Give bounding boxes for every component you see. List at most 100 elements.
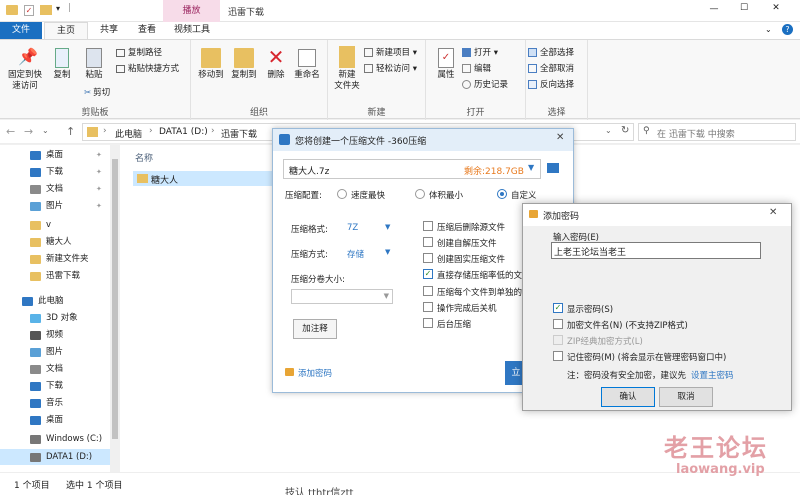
- method-select[interactable]: 存储: [347, 248, 364, 260]
- maximize-button[interactable]: ☐: [734, 3, 754, 13]
- format-select[interactable]: 7Z: [347, 223, 358, 233]
- sidebar-item[interactable]: 文档 ✦: [0, 181, 110, 197]
- ok-button[interactable]: 确认: [601, 387, 655, 407]
- open-button[interactable]: 打开 ▾: [462, 46, 498, 60]
- column-header-name[interactable]: 名称: [135, 151, 153, 164]
- delete-button[interactable]: ✕ 删除: [264, 46, 288, 81]
- option-checkbox[interactable]: [423, 221, 433, 231]
- add-comment-button[interactable]: 加注释: [293, 319, 337, 339]
- sidebar-item[interactable]: 迅雷下载: [0, 268, 110, 284]
- history-button[interactable]: 历史记录: [462, 78, 508, 92]
- sidebar-item[interactable]: 此电脑: [0, 293, 110, 309]
- properties-button[interactable]: ✓ 属性: [430, 46, 462, 81]
- password-dialog-close-icon[interactable]: ✕: [769, 207, 777, 218]
- list-item[interactable]: 糖大人: [133, 171, 273, 186]
- up-arrow-icon[interactable]: ↑: [66, 125, 75, 138]
- filename-field[interactable]: 糖大人.7z 剩余:218.7GB ▼: [283, 159, 541, 179]
- context-tab-play[interactable]: 播放: [163, 0, 220, 22]
- sidebar-item[interactable]: 桌面 ✦: [0, 147, 110, 163]
- new-item-button[interactable]: 新建项目 ▾: [364, 46, 417, 60]
- download-icon: [30, 382, 41, 391]
- cancel-button[interactable]: 取消: [659, 387, 713, 407]
- sidebar-item[interactable]: 3D 对象: [0, 310, 110, 326]
- search-box[interactable]: ⚲ 在 迅雷下载 中搜索: [638, 123, 796, 141]
- sidebar-item[interactable]: Windows (C:): [0, 431, 110, 447]
- checkbox-icon[interactable]: ✓: [24, 5, 34, 16]
- option-checkbox[interactable]: [423, 237, 433, 247]
- option-checkbox[interactable]: [423, 318, 433, 328]
- edit-button[interactable]: 编辑: [462, 62, 491, 76]
- filename-dropdown-icon[interactable]: ▼: [528, 163, 534, 172]
- sidebar-item[interactable]: DATA1 (D:): [0, 449, 110, 465]
- copy-button[interactable]: 复制: [48, 46, 76, 81]
- sidebar-item[interactable]: 视频: [0, 327, 110, 343]
- recent-dropdown-icon[interactable]: ⌄: [42, 126, 49, 135]
- refresh-icon[interactable]: ↻: [621, 125, 629, 136]
- sidebar-item[interactable]: 文档: [0, 361, 110, 377]
- tab-video-tools[interactable]: 视频工具: [164, 22, 220, 39]
- new-folder-button[interactable]: 新建 文件夹: [332, 46, 362, 92]
- option-checkbox[interactable]: [423, 253, 433, 263]
- copy-to-button[interactable]: 复制到: [229, 46, 259, 81]
- breadcrumb-data1[interactable]: DATA1 (D:): [159, 127, 208, 137]
- compress-dialog-close-icon[interactable]: ✕: [556, 132, 564, 143]
- tab-home[interactable]: 主页: [44, 22, 88, 39]
- split-select[interactable]: ▼: [291, 289, 393, 304]
- radio-custom[interactable]: [497, 189, 507, 199]
- encrypt-names-checkbox[interactable]: [553, 319, 563, 329]
- pin-quick-access-button[interactable]: 📌 固定到快 速访问: [6, 46, 44, 92]
- option-checkbox[interactable]: [423, 286, 433, 296]
- sidebar-item[interactable]: 糖大人: [0, 234, 110, 250]
- copy-path-button[interactable]: 复制路径: [116, 46, 162, 60]
- minimize-button[interactable]: —: [704, 4, 724, 14]
- sidebar-item[interactable]: 下载 ✦: [0, 164, 110, 180]
- breadcrumb-this-pc[interactable]: 此电脑: [115, 127, 142, 140]
- sidebar-item[interactable]: 图片 ✦: [0, 198, 110, 214]
- tab-view[interactable]: 查看: [130, 22, 164, 39]
- radio-fast-label: 速度最快: [351, 191, 386, 201]
- format-dropdown-icon[interactable]: ▼: [385, 223, 390, 231]
- collapse-ribbon-icon[interactable]: ⌄: [765, 25, 772, 34]
- select-all-button[interactable]: 全部选择: [528, 46, 574, 60]
- back-arrow-icon[interactable]: ←: [6, 125, 15, 138]
- title-bar: ✓ ▾ | 播放 迅雷下载 — ☐ ✕: [0, 0, 800, 22]
- sidebar-item[interactable]: 下载: [0, 378, 110, 394]
- zip-classic-checkbox: [553, 335, 563, 345]
- paste-shortcut-button[interactable]: 粘贴快捷方式: [116, 62, 179, 76]
- address-dropdown-icon[interactable]: ⌄: [605, 126, 612, 135]
- split-label: 压缩分卷大小:: [291, 275, 345, 285]
- easy-access-button[interactable]: 轻松访问 ▾: [364, 62, 417, 76]
- sidebar-item[interactable]: 新建文件夹: [0, 251, 110, 267]
- nav-scrollbar[interactable]: [110, 145, 120, 472]
- tab-file[interactable]: 文件: [0, 22, 42, 39]
- help-icon[interactable]: ?: [782, 24, 793, 35]
- nav-scroll-thumb[interactable]: [112, 159, 118, 439]
- add-password-link[interactable]: 添加密码: [298, 367, 332, 379]
- select-none-button[interactable]: 全部取消: [528, 62, 574, 76]
- show-password-checkbox[interactable]: ✓: [553, 303, 563, 313]
- browse-folder-icon[interactable]: [547, 163, 559, 173]
- close-button[interactable]: ✕: [766, 3, 786, 13]
- breadcrumb-xunlei[interactable]: 迅雷下载: [221, 127, 257, 140]
- radio-small[interactable]: [415, 189, 425, 199]
- customize-qat-icon[interactable]: ▾: [56, 4, 60, 13]
- paste-button[interactable]: 粘贴: [80, 46, 108, 81]
- rename-button[interactable]: 重命名: [291, 46, 323, 81]
- option-checkbox[interactable]: [423, 302, 433, 312]
- new-folder-icon[interactable]: [40, 5, 52, 15]
- move-to-button[interactable]: 移动到: [195, 46, 227, 81]
- invert-selection-button[interactable]: 反向选择: [528, 78, 574, 92]
- remember-password-checkbox[interactable]: [553, 351, 563, 361]
- password-input[interactable]: 上老王论坛当老王: [551, 242, 761, 259]
- method-dropdown-icon[interactable]: ▼: [385, 248, 390, 256]
- sidebar-item[interactable]: 桌面: [0, 412, 110, 428]
- forward-arrow-icon[interactable]: →: [24, 125, 33, 138]
- option-checkbox[interactable]: ✓: [423, 269, 433, 279]
- tab-share[interactable]: 共享: [88, 22, 130, 39]
- radio-fast[interactable]: [337, 189, 347, 199]
- sidebar-item[interactable]: 音乐: [0, 395, 110, 411]
- set-master-password-link[interactable]: 设置主密码: [691, 369, 734, 381]
- sidebar-item[interactable]: 图片: [0, 344, 110, 360]
- sidebar-item[interactable]: v: [0, 217, 110, 233]
- cut-button[interactable]: ✂ 剪切: [84, 86, 110, 100]
